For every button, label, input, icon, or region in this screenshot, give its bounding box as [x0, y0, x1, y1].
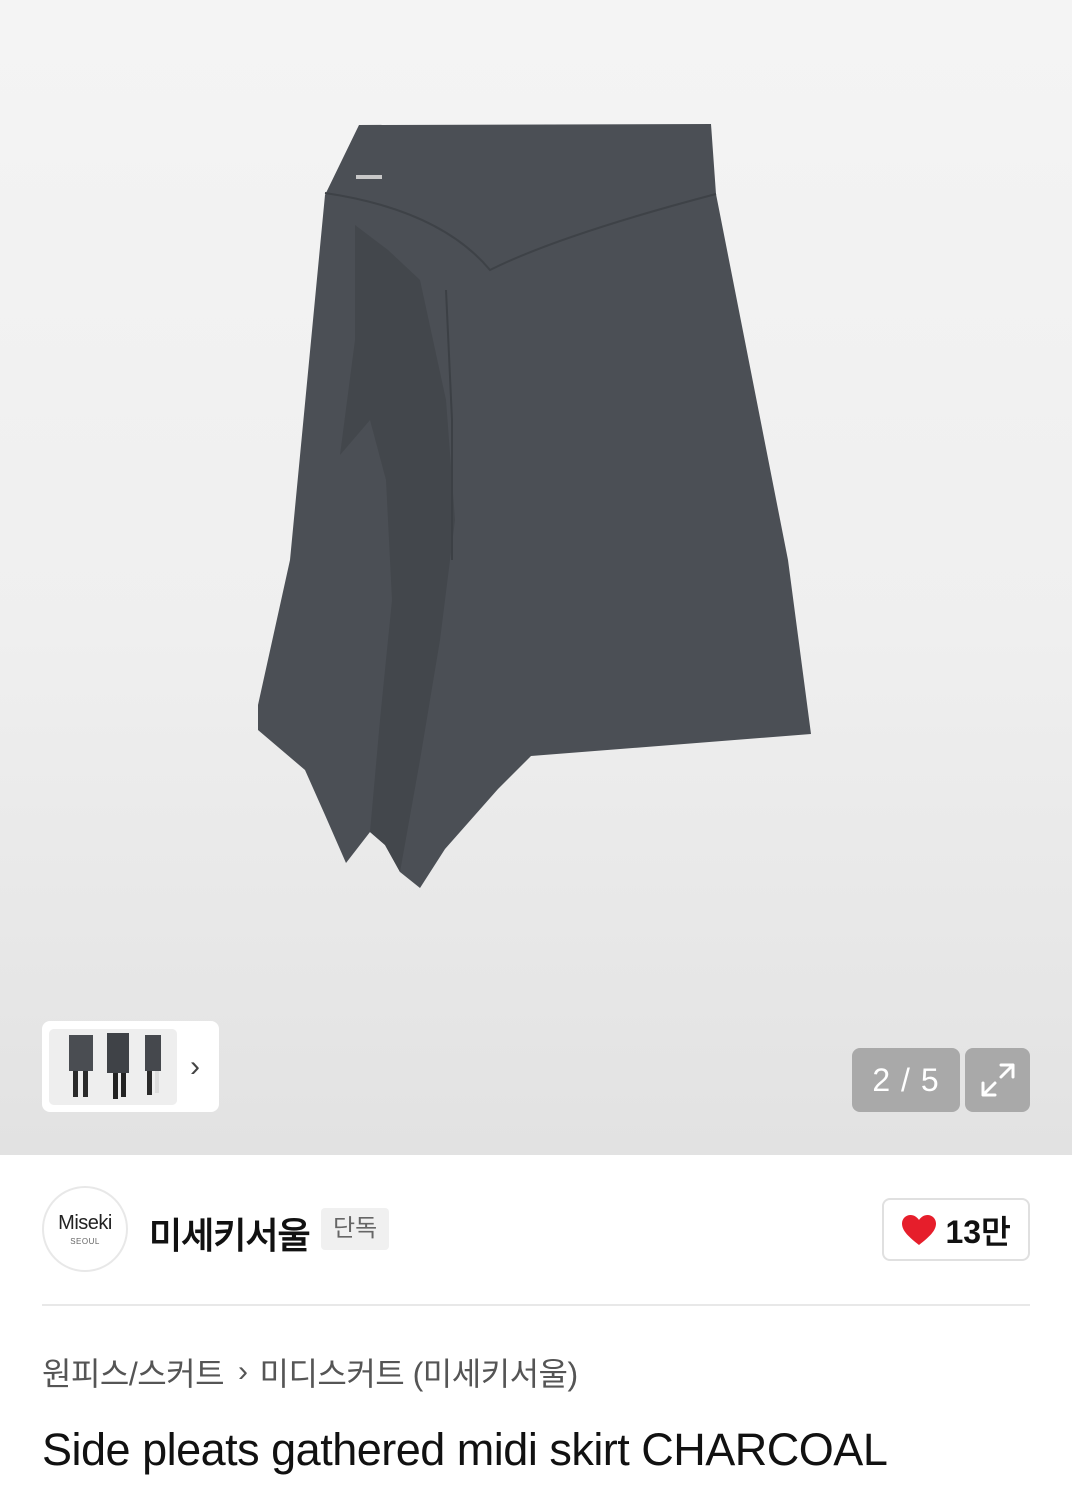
divider: [42, 1304, 1030, 1306]
like-button[interactable]: 13만: [882, 1198, 1030, 1261]
skirt-body: [258, 124, 811, 888]
thumbnail-strip[interactable]: ›: [42, 1021, 219, 1112]
breadcrumb-subcategory[interactable]: 미디스커트 (미세키서울): [260, 1349, 579, 1395]
brand-row: Miseki SEOUL 미세키서울 단독 13만: [42, 1186, 1030, 1274]
product-gallery[interactable]: › 2 / 5: [0, 0, 1072, 1155]
image-counter: 2 / 5: [852, 1048, 960, 1112]
brand-logo-text: Miseki: [58, 1212, 112, 1234]
brand-logo[interactable]: Miseki SEOUL: [42, 1186, 128, 1272]
heart-icon: [902, 1214, 937, 1245]
expand-arrows-icon: [981, 1063, 1014, 1097]
product-image[interactable]: [0, 0, 1072, 1155]
exclusive-badge: 단독: [321, 1208, 390, 1250]
brand-logo-subtext: SEOUL: [70, 1237, 100, 1246]
skirt-logo-tag: [356, 175, 382, 179]
brand-name[interactable]: 미세키서울: [149, 1207, 311, 1259]
thumbnail-image[interactable]: [49, 1028, 177, 1105]
expand-button[interactable]: [965, 1048, 1030, 1112]
chevron-right-icon[interactable]: ›: [177, 1051, 213, 1082]
breadcrumb-category[interactable]: 원피스/스커트: [42, 1349, 225, 1395]
product-title: Side pleats gathered midi skirt CHARCOAL: [42, 1424, 888, 1475]
like-count: 13만: [945, 1213, 1011, 1250]
breadcrumb: 원피스/스커트 › 미디스커트 (미세키서울): [42, 1350, 578, 1394]
chevron-right-icon: ›: [238, 1355, 248, 1388]
